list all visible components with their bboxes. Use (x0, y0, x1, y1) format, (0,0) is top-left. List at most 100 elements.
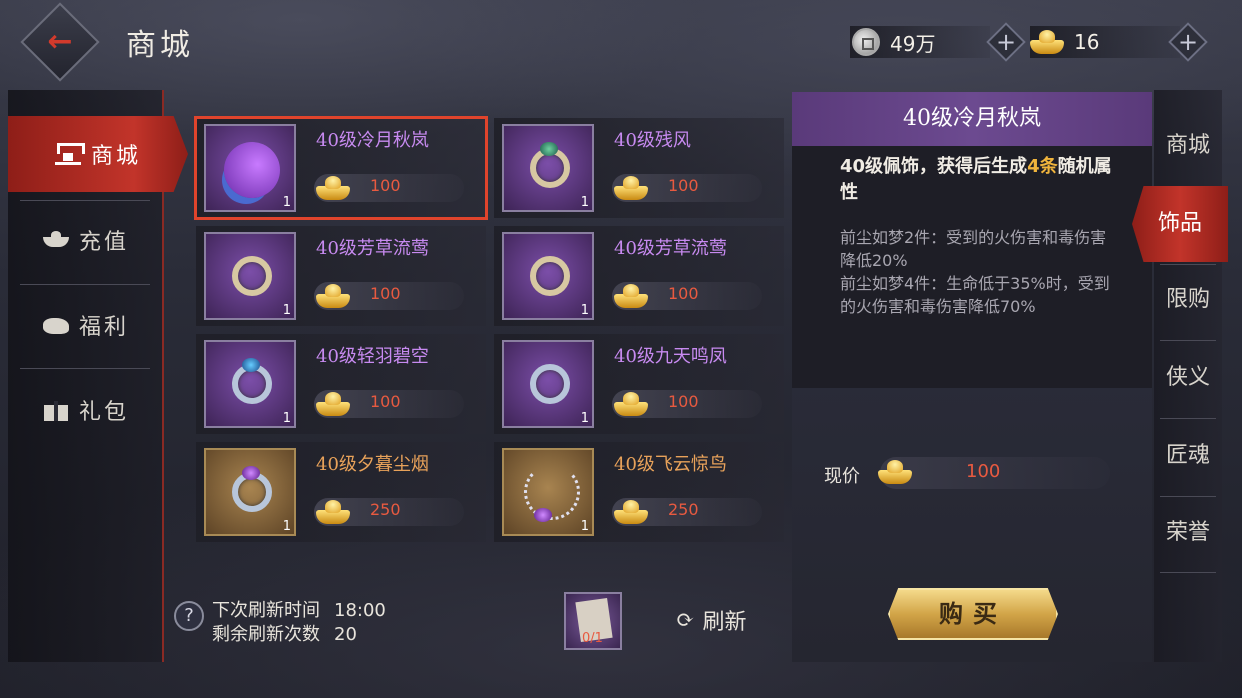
left-nav: 商城 充值 福利 礼包 (8, 90, 188, 662)
set-bonus-2pc: 前尘如梦2件：受到的火伤害和毒伤害降低20% (840, 228, 1107, 270)
set-bonus-4pc: 前尘如梦4件：生命低于35%时，受到的火伤害和毒伤害降低70% (840, 274, 1110, 316)
item-price: 100 (370, 284, 401, 303)
buy-button[interactable]: 购买 (888, 588, 1058, 640)
item-card[interactable]: 1 40级夕暮尘烟 250 (196, 442, 486, 542)
item-count: 1 (282, 411, 291, 426)
tab-chivalry[interactable]: 侠义 (1154, 340, 1222, 416)
set-bonus: 前尘如梦2件：受到的火伤害和毒伤害降低20% 前尘如梦4件：生命低于35%时，受… (840, 226, 1116, 318)
nav-item-label: 福利 (78, 315, 129, 340)
item-card[interactable]: 1 40级残风 100 (494, 118, 784, 218)
tab-craft-soul[interactable]: 匠魂 (1154, 418, 1222, 494)
item-card[interactable]: 1 40级九天鸣凤 100 (494, 334, 784, 434)
item-card[interactable]: 1 40级轻羽碧空 100 (196, 334, 486, 434)
gold-ingot-icon (878, 460, 912, 484)
silver-currency: 49万 (850, 26, 990, 58)
nav-item-label: 礼包 (78, 400, 129, 425)
tab-limited[interactable]: 限购 (1154, 262, 1222, 338)
necklace-icon (524, 464, 580, 520)
right-category-tabs: 商城 饰品 限购 侠义 匠魂 荣誉 (1132, 90, 1228, 662)
back-arrow-icon[interactable]: ← (40, 26, 80, 58)
refresh-button[interactable]: ⟳ 刷新 (676, 604, 746, 636)
item-count: 1 (580, 303, 589, 318)
shop-icon (54, 143, 85, 165)
tab-divider (1160, 572, 1216, 573)
nav-item-gift[interactable]: 礼包 (8, 372, 164, 448)
nav-item-label: 充值 (78, 230, 129, 255)
item-count: 1 (282, 519, 291, 534)
add-gold-icon[interactable]: + (1172, 26, 1204, 58)
bracelet-icon (530, 364, 570, 404)
ring-icon (530, 256, 570, 296)
item-count: 1 (580, 519, 589, 534)
gold-ingot-icon (316, 284, 350, 308)
item-price: 100 (370, 392, 401, 411)
item-icon: 1 (204, 340, 296, 428)
page-title: 商城 (126, 28, 194, 63)
current-price-label: 现价 (824, 466, 860, 487)
item-count: 1 (282, 303, 291, 318)
item-name: 40级飞云惊鸟 (614, 454, 727, 475)
remaining-refresh-label: 剩余刷新次数 (212, 624, 320, 645)
nav-item-shop[interactable]: 商城 (8, 116, 188, 192)
item-count: 1 (580, 195, 589, 210)
item-name: 40级九天鸣凤 (614, 346, 727, 367)
item-name: 40级芳草流莺 (614, 238, 727, 259)
refresh-token-item[interactable]: 0/1 (564, 592, 622, 650)
help-button[interactable]: ? (174, 601, 204, 631)
remaining-refresh-value: 20 (334, 624, 357, 645)
item-price: 250 (370, 500, 401, 519)
ring-icon (232, 256, 272, 296)
silver-value: 49万 (890, 31, 936, 56)
gold-ingot-icon (316, 176, 350, 200)
gold-ingot-icon (614, 284, 648, 308)
item-card[interactable]: 1 40级冷月秋岚 100 (194, 116, 488, 220)
gold-ingot-icon (614, 392, 648, 416)
gold-ingot-icon (316, 392, 350, 416)
tab-honor[interactable]: 荣誉 (1154, 495, 1222, 571)
item-icon: 1 (204, 124, 296, 212)
next-refresh-label: 下次刷新时间 (212, 600, 320, 621)
gold-ingot-icon (316, 500, 350, 524)
silver-coin-icon (852, 28, 880, 56)
item-price: 250 (668, 500, 699, 519)
detail-title: 40级冷月秋岚 (792, 92, 1152, 146)
next-refresh-value: 18:00 (334, 600, 386, 621)
item-price: 100 (668, 176, 699, 195)
item-count: 1 (580, 411, 589, 426)
tab-accessories[interactable]: 饰品 (1132, 186, 1228, 262)
item-grid: 1 40级冷月秋岚 100 1 40级残风 100 1 40级芳草流莺 100 … (190, 112, 788, 544)
item-card[interactable]: 1 40级飞云惊鸟 250 (494, 442, 784, 542)
item-card[interactable]: 1 40级芳草流莺 100 (494, 226, 784, 326)
gold-ingot-icon (614, 500, 648, 524)
item-count: 1 (282, 195, 291, 210)
nav-item-welfare[interactable]: 福利 (8, 287, 164, 363)
next-refresh-info: 下次刷新时间 18:00 (212, 596, 386, 622)
item-name: 40级冷月秋岚 (316, 130, 429, 151)
desc-text: 40级佩饰，获得后生成 (840, 156, 1028, 177)
current-price-value: 100 (966, 461, 1001, 482)
gold-currency: 16 (1030, 26, 1180, 58)
refresh-label: 刷新 (702, 610, 747, 635)
add-silver-icon[interactable]: + (990, 26, 1022, 58)
item-price: 100 (668, 392, 699, 411)
desc-highlight: 4条 (1027, 156, 1058, 177)
item-name: 40级轻羽碧空 (316, 346, 429, 367)
gold-ingot-icon (1030, 30, 1064, 54)
gem-icon (242, 358, 260, 372)
moon-pendant-icon (224, 142, 280, 198)
item-icon: 1 (204, 232, 296, 320)
top-bar: ← 商城 49万 + 16 + (0, 0, 1242, 84)
gift-icon (43, 399, 69, 421)
item-icon: 1 (204, 448, 296, 536)
item-name: 40级残风 (614, 130, 691, 151)
item-name: 40级夕暮尘烟 (316, 454, 429, 475)
nav-item-label: 商城 (90, 144, 141, 169)
item-icon: 1 (502, 340, 594, 428)
item-card[interactable]: 1 40级芳草流莺 100 (196, 226, 486, 326)
tab-shop[interactable]: 商城 (1154, 108, 1222, 184)
item-price: 100 (668, 284, 699, 303)
nav-divider (20, 284, 150, 285)
item-icon: 1 (502, 448, 594, 536)
refresh-icon: ⟳ (676, 607, 695, 633)
nav-item-recharge[interactable]: 充值 (8, 202, 164, 278)
